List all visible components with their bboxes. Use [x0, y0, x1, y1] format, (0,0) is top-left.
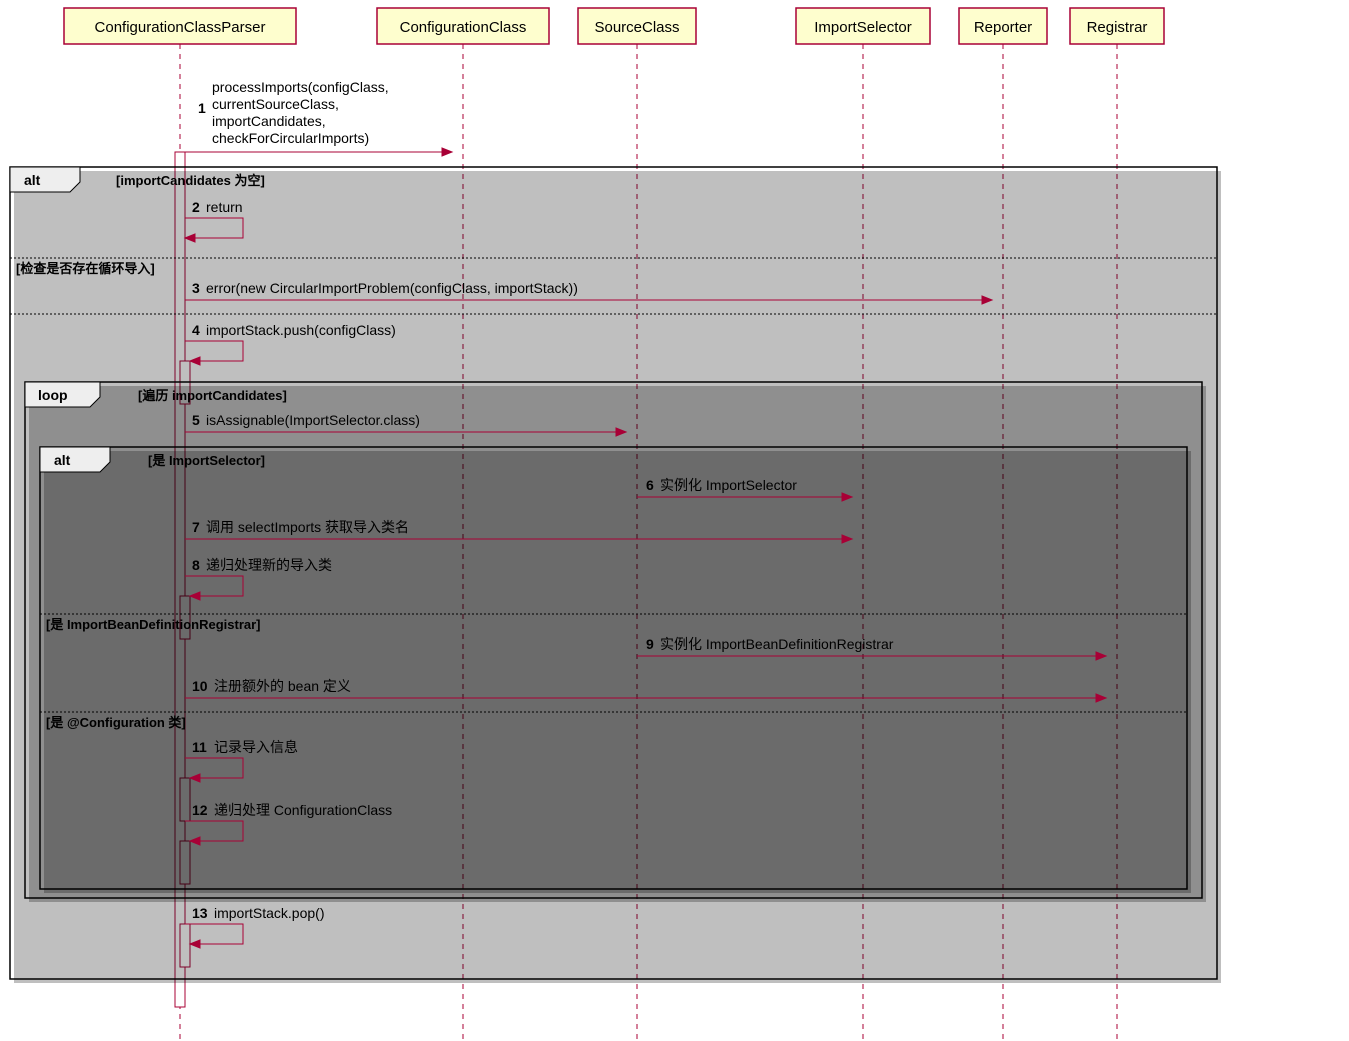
participant-parser: ConfigurationClassParser: [64, 8, 296, 44]
frame-alt1-guard1: [importCandidates 为空]: [116, 173, 265, 188]
svg-text:3: 3: [192, 280, 200, 296]
svg-text:processImports(configClass,: processImports(configClass,: [212, 79, 389, 95]
svg-text:递归处理新的导入类: 递归处理新的导入类: [206, 557, 332, 573]
svg-text:注册额外的 bean 定义: 注册额外的 bean 定义: [214, 678, 351, 694]
svg-text:SourceClass: SourceClass: [594, 19, 679, 36]
frame-alt2-tag: [40, 447, 110, 472]
frame-loop-guard: [遍历 importCandidates]: [138, 388, 287, 403]
svg-text:isAssignable(ImportSelector.cl: isAssignable(ImportSelector.class): [206, 412, 420, 428]
svg-text:ConfigurationClassParser: ConfigurationClassParser: [95, 19, 266, 36]
svg-text:importStack.push(configClass): importStack.push(configClass): [206, 322, 396, 338]
participant-registrar: Registrar: [1070, 8, 1164, 44]
svg-text:8: 8: [192, 557, 200, 573]
message-1: 1 processImports(configClass, currentSou…: [185, 79, 452, 156]
svg-text:return: return: [206, 199, 243, 215]
frame-alt2-shadow: [44, 451, 1191, 893]
svg-text:7: 7: [192, 519, 200, 535]
svg-text:2: 2: [192, 199, 200, 215]
svg-text:调用 selectImports 获取导入类名: 调用 selectImports 获取导入类名: [206, 519, 409, 535]
frame-alt2-guard2: [是 ImportBeanDefinitionRegistrar]: [46, 617, 261, 632]
frame-alt1-label: alt: [24, 172, 41, 188]
frame-alt2-label: alt: [54, 452, 71, 468]
participant-configclass: ConfigurationClass: [377, 8, 549, 44]
svg-text:ImportSelector: ImportSelector: [814, 19, 912, 36]
svg-text:ConfigurationClass: ConfigurationClass: [400, 19, 527, 36]
svg-text:实例化 ImportSelector: 实例化 ImportSelector: [660, 477, 797, 493]
svg-text:importCandidates,: importCandidates,: [212, 113, 326, 129]
svg-text:11: 11: [192, 739, 207, 755]
frame-alt2-guard3: [是 @Configuration 类]: [46, 715, 186, 730]
svg-text:12: 12: [192, 802, 208, 818]
svg-text:importStack.pop(): importStack.pop(): [214, 905, 324, 921]
svg-text:10: 10: [192, 678, 208, 694]
participant-importselector: ImportSelector: [796, 8, 930, 44]
svg-text:13: 13: [192, 905, 208, 921]
svg-text:1: 1: [198, 100, 206, 116]
svg-text:5: 5: [192, 412, 200, 428]
svg-text:currentSourceClass,: currentSourceClass,: [212, 96, 339, 112]
frame-loop-label: loop: [38, 387, 68, 403]
svg-text:error(new CircularImportProble: error(new CircularImportProblem(configCl…: [206, 280, 578, 296]
frame-alt1-guard2: [检查是否存在循环导入]: [16, 261, 155, 276]
svg-text:记录导入信息: 记录导入信息: [214, 739, 298, 755]
svg-text:9: 9: [646, 636, 654, 652]
svg-text:递归处理 ConfigurationClass: 递归处理 ConfigurationClass: [214, 802, 392, 818]
svg-text:6: 6: [646, 477, 654, 493]
svg-text:Registrar: Registrar: [1087, 19, 1148, 36]
participant-reporter: Reporter: [959, 8, 1047, 44]
svg-text:Reporter: Reporter: [974, 19, 1032, 36]
svg-text:4: 4: [192, 322, 200, 338]
frame-alt2-guard1: [是 ImportSelector]: [148, 453, 265, 468]
frame-alt1-tag: [10, 167, 80, 192]
svg-text:checkForCircularImports): checkForCircularImports): [212, 130, 369, 146]
participant-sourceclass: SourceClass: [578, 8, 696, 44]
svg-text:实例化 ImportBeanDefinitionRegist: 实例化 ImportBeanDefinitionRegistrar: [660, 636, 894, 652]
